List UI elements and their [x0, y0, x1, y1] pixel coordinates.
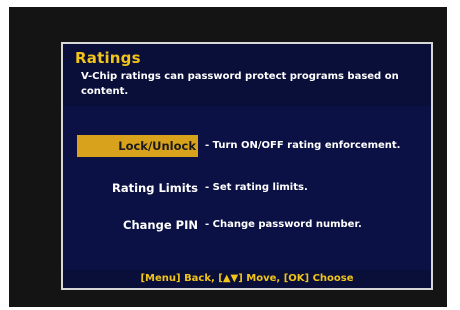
- menu-item-description: - Change password number.: [205, 219, 362, 230]
- menu-item-label[interactable]: Rating Limits: [112, 177, 198, 199]
- ratings-menu-panel: Ratings V-Chip ratings can password prot…: [61, 42, 433, 290]
- menu-item-change-pin[interactable]: Change PIN - Change password number.: [63, 214, 431, 236]
- tv-screen: Ratings V-Chip ratings can password prot…: [9, 7, 447, 307]
- panel-title: Ratings: [75, 49, 141, 67]
- menu-item-label[interactable]: Lock/Unlock: [77, 135, 198, 157]
- menu-item-description: - Turn ON/OFF rating enforcement.: [205, 140, 401, 151]
- panel-header: Ratings V-Chip ratings can password prot…: [63, 44, 431, 106]
- panel-description: V-Chip ratings can password protect prog…: [81, 71, 399, 97]
- menu-item-description: - Set rating limits.: [205, 182, 308, 193]
- menu-item-rating-limits[interactable]: Rating Limits - Set rating limits.: [63, 177, 431, 199]
- menu-item-label[interactable]: Change PIN: [123, 214, 198, 236]
- navigation-hint: [Menu] Back, [▲▼] Move, [OK] Choose: [63, 270, 431, 288]
- menu-item-lock-unlock[interactable]: Lock/Unlock - Turn ON/OFF rating enforce…: [63, 135, 431, 157]
